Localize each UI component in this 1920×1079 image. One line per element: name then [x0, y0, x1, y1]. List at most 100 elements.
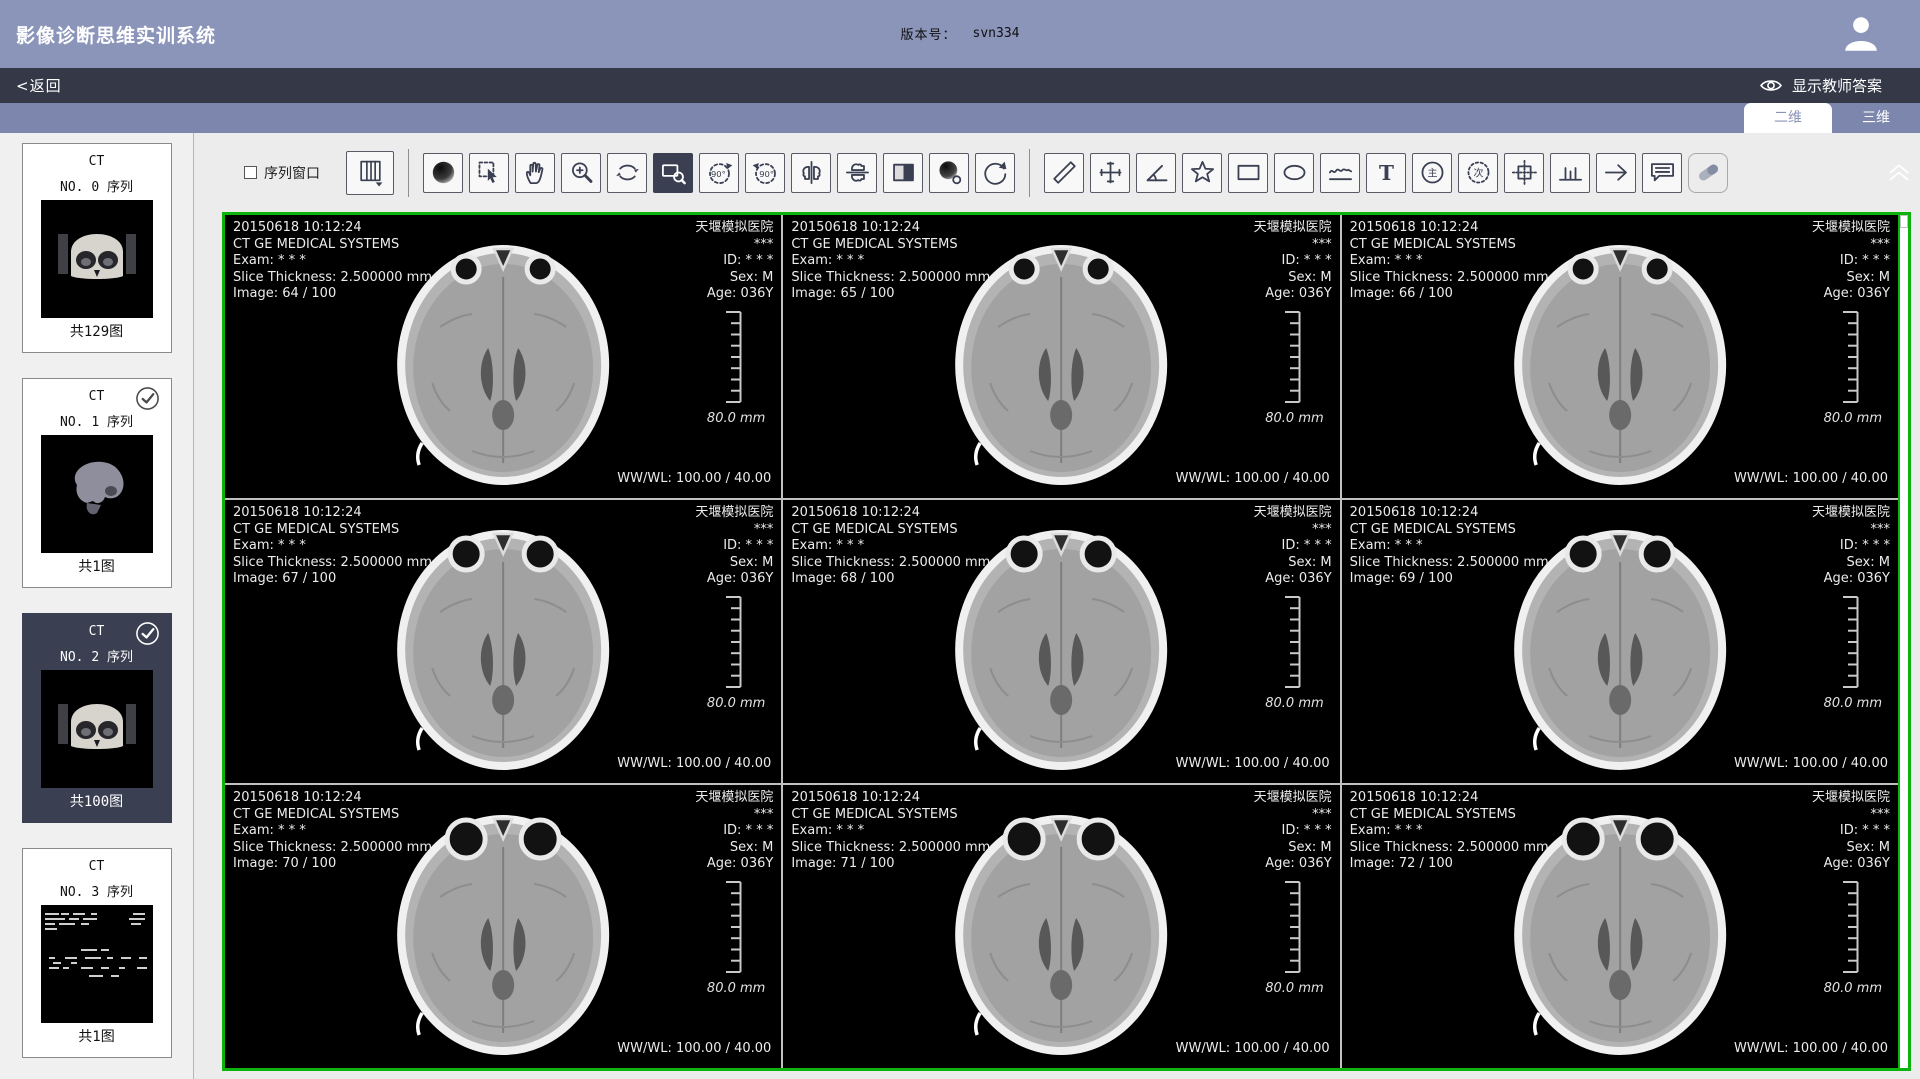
tab-bar: 二维三维: [0, 103, 1920, 133]
layout-button[interactable]: [346, 151, 394, 195]
toolbar: 序列窗口 90° 90° T主次: [194, 133, 1920, 212]
cell-exam: Exam: * * *: [791, 823, 990, 840]
draw-ellipse-button[interactable]: [1274, 153, 1314, 193]
series-window-toggle[interactable]: 序列窗口: [244, 163, 320, 183]
series-name: NO. 0 序列: [23, 176, 171, 195]
series-card-2[interactable]: CTNO. 2 序列共100图: [22, 613, 172, 823]
profile-ticks-icon: [1556, 158, 1585, 187]
measure-angle-button[interactable]: [1136, 153, 1176, 193]
measure-length-button[interactable]: [1044, 153, 1084, 193]
cell-scanner: CT GE MEDICAL SYSTEMS: [791, 522, 990, 539]
eraser-button[interactable]: [1688, 153, 1728, 193]
cell-scanner: CT GE MEDICAL SYSTEMS: [233, 522, 432, 539]
cell-info-right: 天堰模拟医院 *** ID: * * * Sex: M Age: 036Y: [1254, 505, 1332, 588]
viewer-scrollbar-thumb[interactable]: [1900, 215, 1908, 228]
rotate-90-cw-button[interactable]: 90°: [745, 153, 785, 193]
cell-info-left: 20150618 10:12:24 CT GE MEDICAL SYSTEMS …: [791, 220, 990, 303]
cell-datetime: 20150618 10:12:24: [233, 220, 432, 237]
cell-patient-id: ID: * * *: [1812, 823, 1890, 840]
window-level-button[interactable]: [423, 153, 463, 193]
cell-thickness: Slice Thickness: 2.500000 mm: [791, 270, 990, 287]
viewer-scrollbar[interactable]: [1898, 215, 1908, 1068]
cell-thickness: Slice Thickness: 2.500000 mm: [791, 840, 990, 857]
flip-vertical-button[interactable]: [837, 153, 877, 193]
image-viewer: 20150618 10:12:24 CT GE MEDICAL SYSTEMS …: [222, 212, 1911, 1071]
cell-image-label: Image: 69 / 100: [1350, 571, 1549, 588]
draw-arrow-button[interactable]: [1596, 153, 1636, 193]
cell-hospital: 天堰模拟医院: [1812, 790, 1890, 807]
tab-2d[interactable]: 二维: [1744, 103, 1832, 133]
cell-info-left: 20150618 10:12:24 CT GE MEDICAL SYSTEMS …: [1350, 220, 1549, 303]
rotate-arrows-icon: [613, 158, 642, 187]
cell-patient-id: ID: * * *: [695, 823, 773, 840]
back-button[interactable]: <返回: [16, 75, 62, 96]
series-card-1[interactable]: CTNO. 1 序列共1图: [22, 378, 172, 588]
cell-hospital: 天堰模拟医院: [1254, 505, 1332, 522]
viewport-cell-2[interactable]: 20150618 10:12:24 CT GE MEDICAL SYSTEMS …: [1342, 215, 1898, 498]
add-text-button[interactable]: T: [1366, 153, 1406, 193]
draw-star-button[interactable]: [1182, 153, 1222, 193]
rotate-button[interactable]: [607, 153, 647, 193]
series-name: NO. 3 序列: [23, 881, 171, 900]
viewport-cell-4[interactable]: 20150618 10:12:24 CT GE MEDICAL SYSTEMS …: [783, 500, 1339, 783]
pan-button[interactable]: [515, 153, 555, 193]
cell-info-right: 天堰模拟医院 *** ID: * * * Sex: M Age: 036Y: [1812, 790, 1890, 873]
rotate-90-ccw-button[interactable]: 90°: [699, 153, 739, 193]
zoom-region-button[interactable]: [653, 153, 693, 193]
content: CTNO. 0 序列共129图 CTNO. 1 序列共1图 CTNO. 2 序列共1…: [0, 133, 1920, 1079]
cell-sex: Sex: M: [1254, 840, 1332, 857]
series-window-checkbox[interactable]: [244, 166, 257, 179]
invert-button[interactable]: [883, 153, 923, 193]
scale-ruler: [1838, 594, 1860, 690]
cell-sex: Sex: M: [1254, 555, 1332, 572]
scale-ruler: [1280, 879, 1302, 975]
cell-sex: Sex: M: [695, 840, 773, 857]
window-preset-button[interactable]: [929, 153, 969, 193]
series-card-0[interactable]: CTNO. 0 序列共129图: [22, 143, 172, 353]
cell-exam: Exam: * * *: [1350, 538, 1549, 555]
rotate-90-ccw-icon: 90°: [705, 158, 734, 187]
roi-button[interactable]: [1504, 153, 1544, 193]
cell-hospital: 天堰模拟医院: [695, 790, 773, 807]
cell-scanner: CT GE MEDICAL SYSTEMS: [1350, 807, 1549, 824]
measure-cross-button[interactable]: [1090, 153, 1130, 193]
viewport-cell-0[interactable]: 20150618 10:12:24 CT GE MEDICAL SYSTEMS …: [225, 215, 781, 498]
cell-exam: Exam: * * *: [791, 253, 990, 270]
cell-patient-id: ID: * * *: [1254, 823, 1332, 840]
cell-info-left: 20150618 10:12:24 CT GE MEDICAL SYSTEMS …: [1350, 790, 1549, 873]
mark-primary-button[interactable]: 主: [1412, 153, 1452, 193]
user-icon[interactable]: [1840, 13, 1882, 55]
comment-button[interactable]: [1642, 153, 1682, 193]
rotate-90-cw-icon: 90°: [751, 158, 780, 187]
mark-secondary-button[interactable]: 次: [1458, 153, 1498, 193]
cell-info-left: 20150618 10:12:24 CT GE MEDICAL SYSTEMS …: [1350, 505, 1549, 588]
reset-button[interactable]: [975, 153, 1015, 193]
viewport-cell-6[interactable]: 20150618 10:12:24 CT GE MEDICAL SYSTEMS …: [225, 785, 781, 1068]
eraser-icon: [1694, 158, 1723, 187]
cell-thickness: Slice Thickness: 2.500000 mm: [1350, 555, 1549, 572]
nav-bar: <返回 显示教师答案: [0, 68, 1920, 103]
viewport-cell-8[interactable]: 20150618 10:12:24 CT GE MEDICAL SYSTEMS …: [1342, 785, 1898, 1068]
viewport-cell-5[interactable]: 20150618 10:12:24 CT GE MEDICAL SYSTEMS …: [1342, 500, 1898, 783]
show-teacher-answer-button[interactable]: 显示教师答案: [1759, 75, 1882, 96]
cell-scanner: CT GE MEDICAL SYSTEMS: [233, 807, 432, 824]
view-mode-tabs: 二维三维: [1744, 103, 1920, 133]
profile-button[interactable]: [1550, 153, 1590, 193]
scale-label: 80.0 mm: [1824, 981, 1882, 996]
cell-hospital: 天堰模拟医院: [695, 220, 773, 237]
viewport-cell-1[interactable]: 20150618 10:12:24 CT GE MEDICAL SYSTEMS …: [783, 215, 1339, 498]
zoom-button[interactable]: [561, 153, 601, 193]
series-card-3[interactable]: CTNO. 3 序列共1图: [22, 848, 172, 1058]
select-button[interactable]: [469, 153, 509, 193]
toolbar-collapse-button[interactable]: [1887, 161, 1911, 183]
cross-measure-icon: [1096, 158, 1125, 187]
viewport-cell-3[interactable]: 20150618 10:12:24 CT GE MEDICAL SYSTEMS …: [225, 500, 781, 783]
version-value: svn334: [973, 26, 1020, 41]
tab-3d[interactable]: 三维: [1832, 103, 1920, 133]
draw-rectangle-button[interactable]: [1228, 153, 1268, 193]
flip-horizontal-button[interactable]: [791, 153, 831, 193]
scale-ruler: [721, 879, 743, 975]
scale-ruler: [1838, 309, 1860, 405]
viewport-cell-7[interactable]: 20150618 10:12:24 CT GE MEDICAL SYSTEMS …: [783, 785, 1339, 1068]
draw-curve-button[interactable]: [1320, 153, 1360, 193]
